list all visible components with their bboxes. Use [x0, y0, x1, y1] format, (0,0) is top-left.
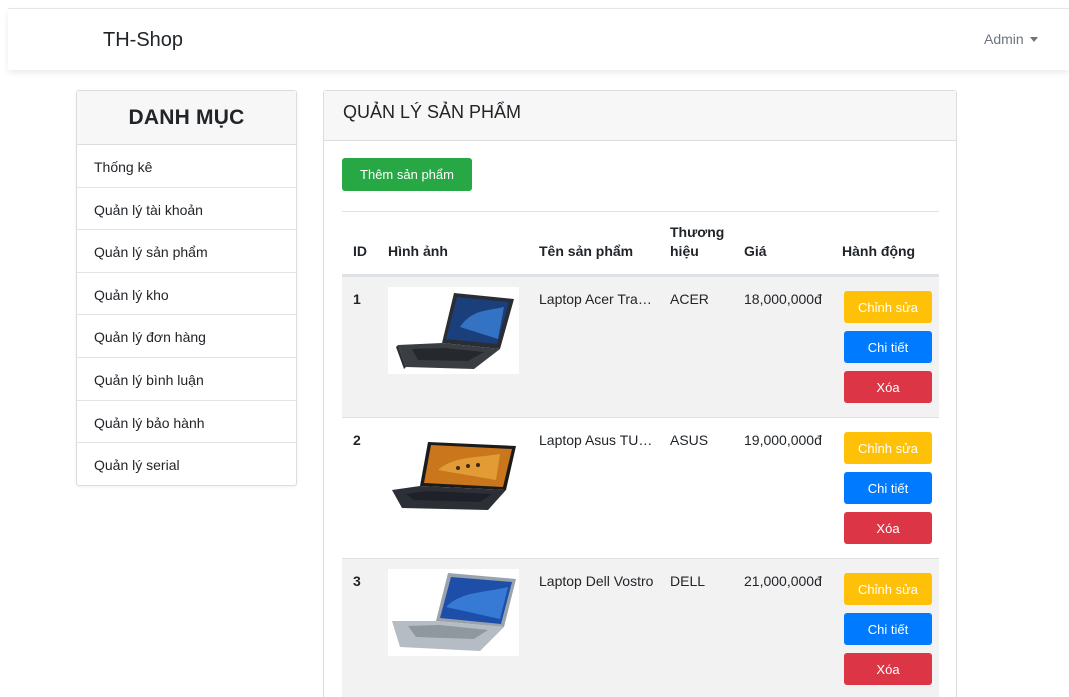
sidebar-item-products[interactable]: Quản lý sản phẩm	[77, 230, 296, 273]
row-actions: Chỉnh sửa Chi tiết Xóa	[844, 432, 932, 544]
product-id: 3	[353, 573, 361, 589]
product-management-panel: QUẢN LÝ SẢN PHẨM Thêm sản phẩm ID Hình ả…	[323, 90, 957, 697]
product-brand: ASUS	[670, 432, 709, 448]
delete-button[interactable]: Xóa	[844, 512, 932, 544]
product-name: Laptop Asus TUF Gaming	[539, 432, 657, 448]
column-header-brand: Thương hiệu	[670, 224, 725, 259]
edit-button[interactable]: Chỉnh sửa	[844, 432, 932, 464]
admin-user-menu[interactable]: Admin	[984, 31, 1038, 47]
top-navbar: TH-Shop Admin	[8, 8, 1069, 70]
table-row: 1 Laptop Acer Travelmate ACER 18,000,000…	[342, 276, 939, 417]
column-header-actions: Hành động	[842, 243, 916, 259]
product-brand: DELL	[670, 573, 706, 589]
product-id: 2	[353, 432, 361, 448]
product-image-acer	[388, 287, 519, 374]
delete-button[interactable]: Xóa	[844, 653, 932, 685]
detail-button[interactable]: Chi tiết	[844, 331, 932, 363]
products-table: ID Hình ảnh Tên sản phẩm Thương hiệu Giá…	[342, 211, 939, 697]
product-name: Laptop Dell Vostro	[539, 573, 654, 589]
column-header-id: ID	[353, 243, 367, 259]
sidebar-item-warehouse[interactable]: Quản lý kho	[77, 273, 296, 316]
brand-logo-text[interactable]: TH-Shop	[103, 29, 183, 52]
product-price: 21,000,000đ	[744, 573, 822, 589]
sidebar-item-statistics[interactable]: Thống kê	[77, 145, 296, 188]
product-price: 18,000,000đ	[744, 291, 822, 307]
caret-down-icon	[1029, 36, 1038, 42]
row-actions: Chỉnh sửa Chi tiết Xóa	[844, 291, 932, 403]
sidebar-header: DANH MỤC	[77, 91, 296, 145]
sidebar-item-warranty[interactable]: Quản lý bảo hành	[77, 401, 296, 444]
sidebar-item-accounts[interactable]: Quản lý tài khoản	[77, 188, 296, 231]
sidebar-title: DANH MỤC	[128, 105, 245, 129]
product-image-dell	[388, 569, 519, 656]
detail-button[interactable]: Chi tiết	[844, 613, 932, 645]
sidebar-item-orders[interactable]: Quản lý đơn hàng	[77, 315, 296, 358]
row-actions: Chỉnh sửa Chi tiết Xóa	[844, 573, 932, 685]
column-header-image: Hình ảnh	[388, 243, 448, 259]
add-product-button[interactable]: Thêm sản phẩm	[342, 158, 472, 191]
product-brand: ACER	[670, 291, 709, 307]
delete-button[interactable]: Xóa	[844, 371, 932, 403]
product-image-asus	[388, 428, 519, 515]
product-id: 1	[353, 291, 361, 307]
edit-button[interactable]: Chỉnh sửa	[844, 291, 932, 323]
sidebar-item-comments[interactable]: Quản lý bình luận	[77, 358, 296, 401]
page-title: QUẢN LÝ SẢN PHẨM	[343, 102, 522, 122]
column-header-name: Tên sản phẩm	[539, 243, 634, 259]
table-row: 2 Laptop Asus TUF Gaming ASUS 19,000,000…	[342, 417, 939, 558]
panel-header: QUẢN LÝ SẢN PHẨM	[324, 91, 956, 141]
sidebar-item-serial[interactable]: Quản lý serial	[77, 443, 296, 486]
product-name: Laptop Acer Travelmate	[539, 291, 657, 307]
category-sidebar: DANH MỤC Thống kê Quản lý tài khoản Quản…	[76, 90, 297, 486]
detail-button[interactable]: Chi tiết	[844, 472, 932, 504]
admin-user-label: Admin	[984, 31, 1024, 47]
edit-button[interactable]: Chỉnh sửa	[844, 573, 932, 605]
table-row: 3 Laptop Dell Vostro DELL 21,000,000đ Ch…	[342, 558, 939, 697]
product-price: 19,000,000đ	[744, 432, 822, 448]
table-header: ID Hình ảnh Tên sản phẩm Thương hiệu Giá…	[342, 211, 939, 276]
column-header-price: Giá	[744, 243, 767, 259]
